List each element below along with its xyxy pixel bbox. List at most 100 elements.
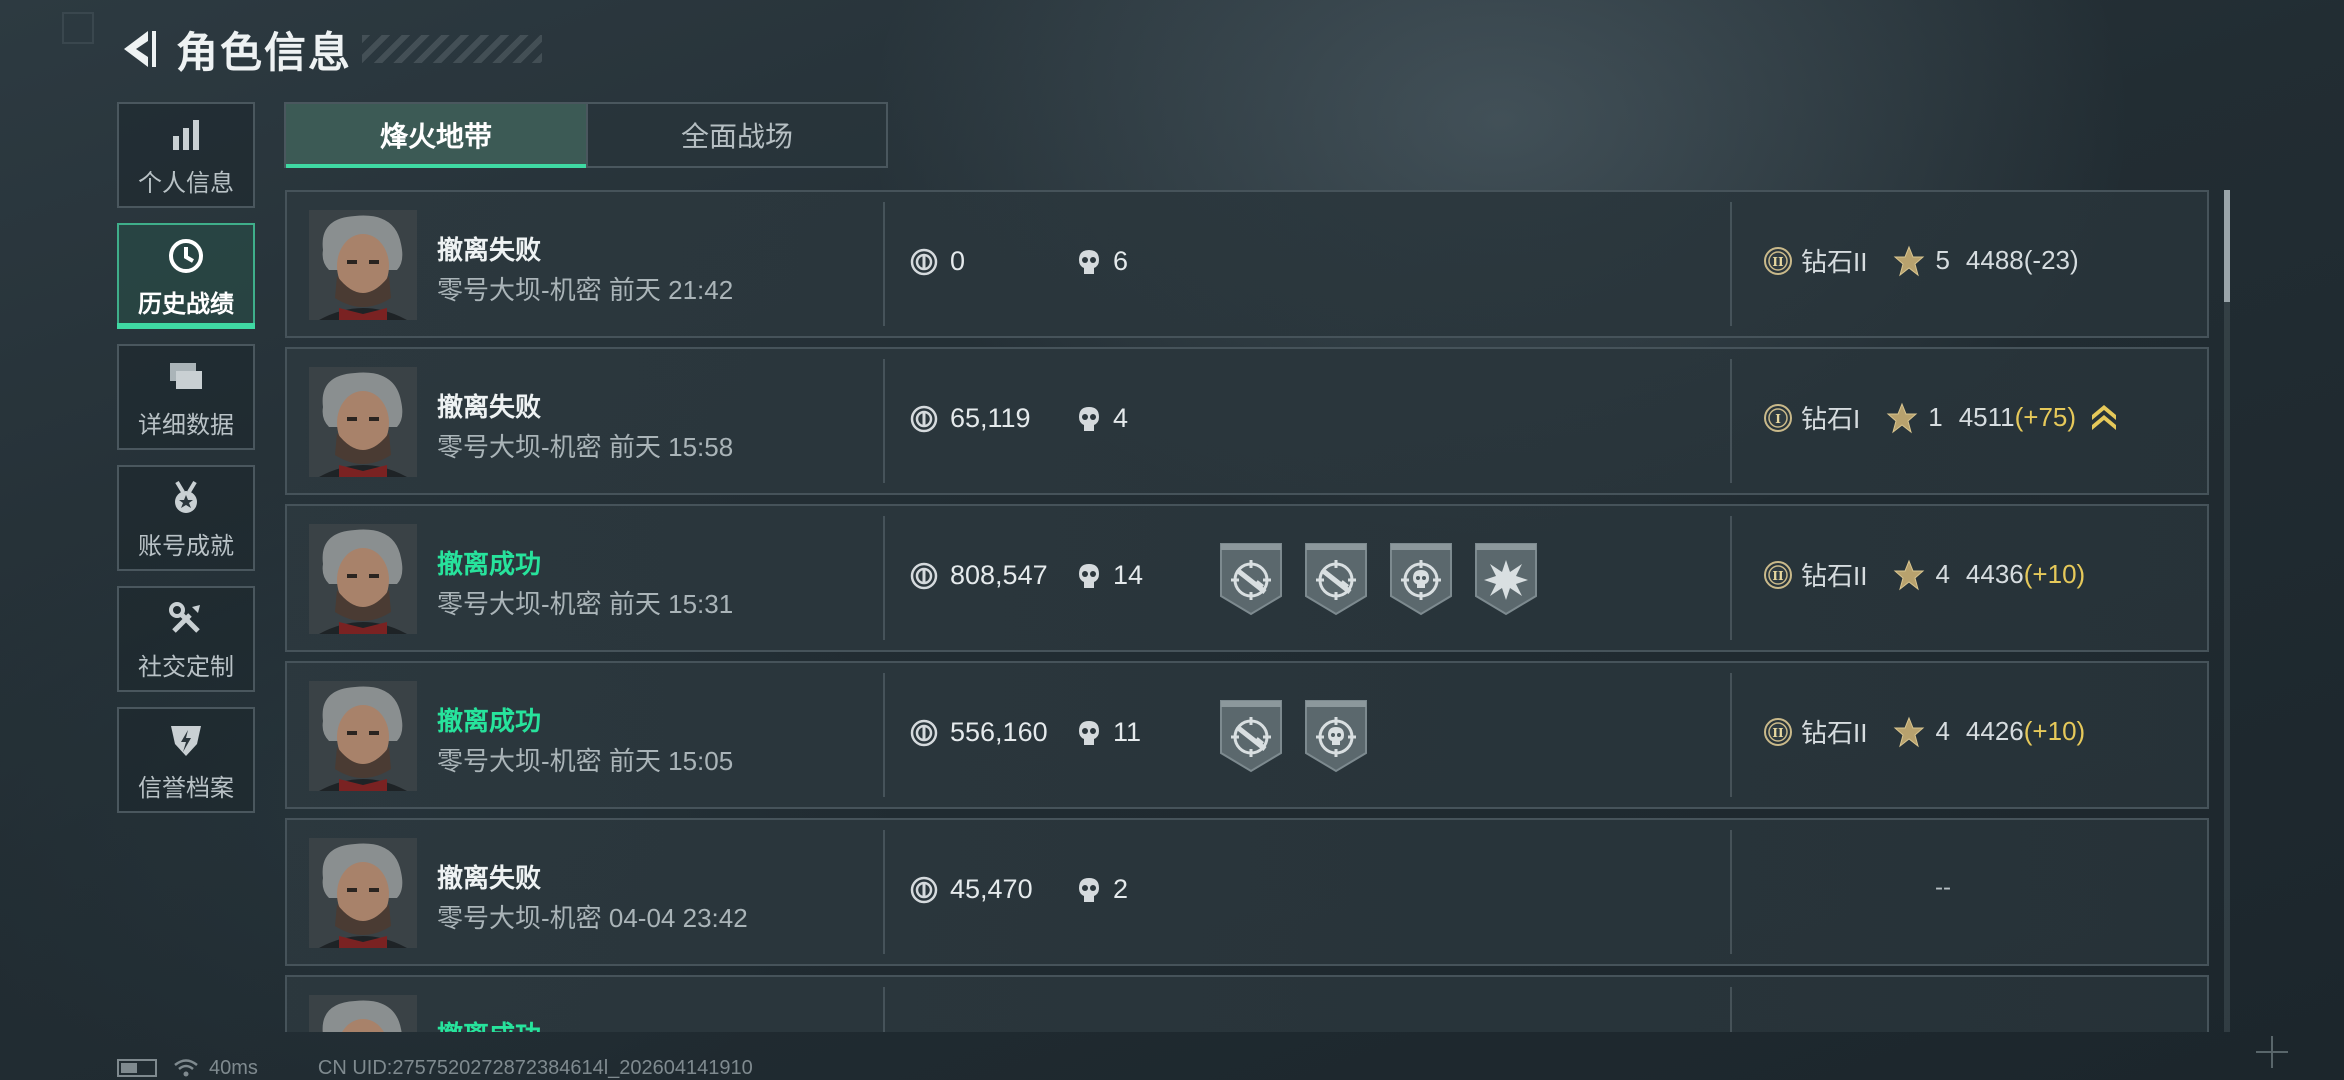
sidebar-item-label: 详细数据 [138,412,234,439]
promotion-chevron-icon [2090,401,2118,435]
rank-medal-icon: II [1763,245,1793,277]
sidebar-item-credit-record[interactable]: 信誉档案 [117,707,255,813]
skull-icon [1077,876,1101,904]
divider [1730,987,1732,1032]
divider [1730,830,1732,954]
operator-avatar [309,524,417,634]
rank-info: II 钻石II 4 4426 (+10) [1763,713,2085,750]
kill-count: 14 [1077,560,1143,591]
explosion-badge-icon[interactable] [1474,542,1538,616]
rifle-crosshair-badge-icon[interactable] [1219,542,1283,616]
match-list: 撤离失败 零号大坝-机密 前天 21:42 0 6 II 钻石II 5 4488 (-23) 撤离… [285,190,2209,1032]
coin-icon [910,876,938,904]
skull-crosshair-badge-icon[interactable] [1304,699,1368,773]
kill-count: 4 [1077,403,1128,434]
sidebar-item-label: 信誉档案 [138,775,234,802]
rank-medal-icon: II [1763,716,1793,748]
tab-full-battlefield[interactable]: 全面战场 [586,104,886,166]
folders-icon [166,357,206,397]
extraction-status: 撤离失败 [437,863,542,893]
sidebar-item-social-custom[interactable]: 社交定制 [117,586,255,692]
divider [1730,202,1732,326]
operator-avatar [309,995,417,1032]
rank-info: II 钻石II 5 4488 (-23) [1763,242,2079,279]
back-arrow-icon [124,31,156,67]
map-time-info: 零号大坝-机密 前天 15:05 [437,746,734,776]
wifi-icon [173,1058,199,1078]
sidebar-item-label: 社交定制 [138,654,234,681]
operator-avatar [309,367,417,477]
kill-count-text: 4 [1113,403,1129,433]
header: 角色信息 [118,24,543,76]
operator-avatar [309,210,417,320]
map-time-info: 零号大坝-机密 前天 15:58 [437,432,734,462]
tab-hazard-zone[interactable]: 烽火地带 [286,104,586,168]
coin-icon [910,248,938,276]
star-icon [1893,245,1925,277]
match-row[interactable]: 撤离失败 零号大坝-机密 前天 15:58 65,119 4 I 钻石I 1 4511 (+75… [285,347,2209,495]
sidebar-item-label: 历史战绩 [138,291,234,318]
map-time-info: 零号大坝-机密 04-04 23:42 [437,903,748,933]
rifle-crosshair-badge-icon[interactable] [1304,542,1368,616]
sidebar-item-achievements[interactable]: 账号成就 [117,465,255,571]
crosshair-icon [2256,1036,2288,1068]
rank-tier: 钻石II [1801,561,1868,591]
kill-count: 6 [1077,246,1128,277]
page-title: 角色信息 [176,28,353,76]
extraction-status: 撤离成功 [437,549,542,579]
map-time-info: 零号大坝-机密 前天 21:42 [437,275,734,305]
rifle-crosshair-badge-icon[interactable] [1219,699,1283,773]
kill-count: 11 [1077,717,1141,748]
skull-icon [1077,562,1101,590]
kill-count-text: 2 [1113,874,1129,904]
divider [883,830,885,954]
match-row[interactable]: 撤离失败 零号大坝-机密 前天 21:42 0 6 II 钻石II 5 4488 (-23) [285,190,2209,338]
match-row[interactable]: 撤离失败零号大坝-机密 04-04 23:42 45,470 2 -- [285,818,2209,966]
kill-count-text: 11 [1113,717,1142,747]
match-row[interactable]: 撤离成功零号大坝-机密 前天 15:05 556,160 11 II 钻石II 4 4426… [285,661,2209,809]
kill-count-text: 14 [1113,560,1144,590]
back-button[interactable] [118,24,162,74]
skull-crosshair-badge-icon[interactable] [1389,542,1453,616]
rank-score-delta: (+10) [2023,559,2086,589]
star-count: 4 [1935,559,1950,589]
scrollbar-thumb[interactable] [2224,190,2230,302]
sidebar-item-label: 个人信息 [138,170,234,197]
svg-text:II: II [1772,255,1784,269]
star-icon [1893,716,1925,748]
title-decoration [362,35,543,63]
rank-tier: 钻石I [1801,404,1861,434]
rank-placeholder: -- [1935,874,1951,901]
star-count: 4 [1935,716,1950,746]
loot-value-text: 45,470 [950,874,1033,904]
star-icon [1893,559,1925,591]
loot-value: 65,119 [910,403,1031,434]
skull-icon [1077,719,1101,747]
match-row[interactable]: 撤离成功 零号大坝-机密 前天 15:31 808,547 14 II 钻石II 4 4436… [285,504,2209,652]
sidebar-item-detailed-data[interactable]: 详细数据 [117,344,255,450]
divider [883,673,885,797]
bar-chart-icon [166,115,206,155]
uid-text: CN UID:2757520272872384614l_202604141910 [317,1056,753,1079]
divider [883,516,885,640]
loot-value-text: 556,160 [950,717,1048,747]
rank-medal-icon: II [1763,559,1793,591]
tools-icon [166,599,206,639]
scrollbar[interactable] [2224,190,2230,1032]
rank-info: II 钻石II 4 4436 (+10) [1763,556,2085,593]
extraction-status: 撤离成功 [437,706,542,736]
rank-score: 4426 [1965,716,2024,746]
divider [1730,673,1732,797]
loot-value: 556,160 [910,717,1048,748]
divider [883,202,885,326]
extraction-status: 撤离失败 [437,392,542,422]
achievement-badges [1219,699,1368,773]
rank-tier: 钻石II [1801,718,1868,748]
match-row[interactable]: 撤离成功 [285,975,2209,1032]
loot-value-text: 808,547 [950,560,1048,590]
rank-tier: 钻石II [1801,247,1868,277]
medal-icon [166,478,206,518]
sidebar-item-match-history[interactable]: 历史战绩 [117,223,255,329]
sidebar-item-personal-info[interactable]: 个人信息 [117,102,255,208]
kill-count: 2 [1077,874,1128,905]
